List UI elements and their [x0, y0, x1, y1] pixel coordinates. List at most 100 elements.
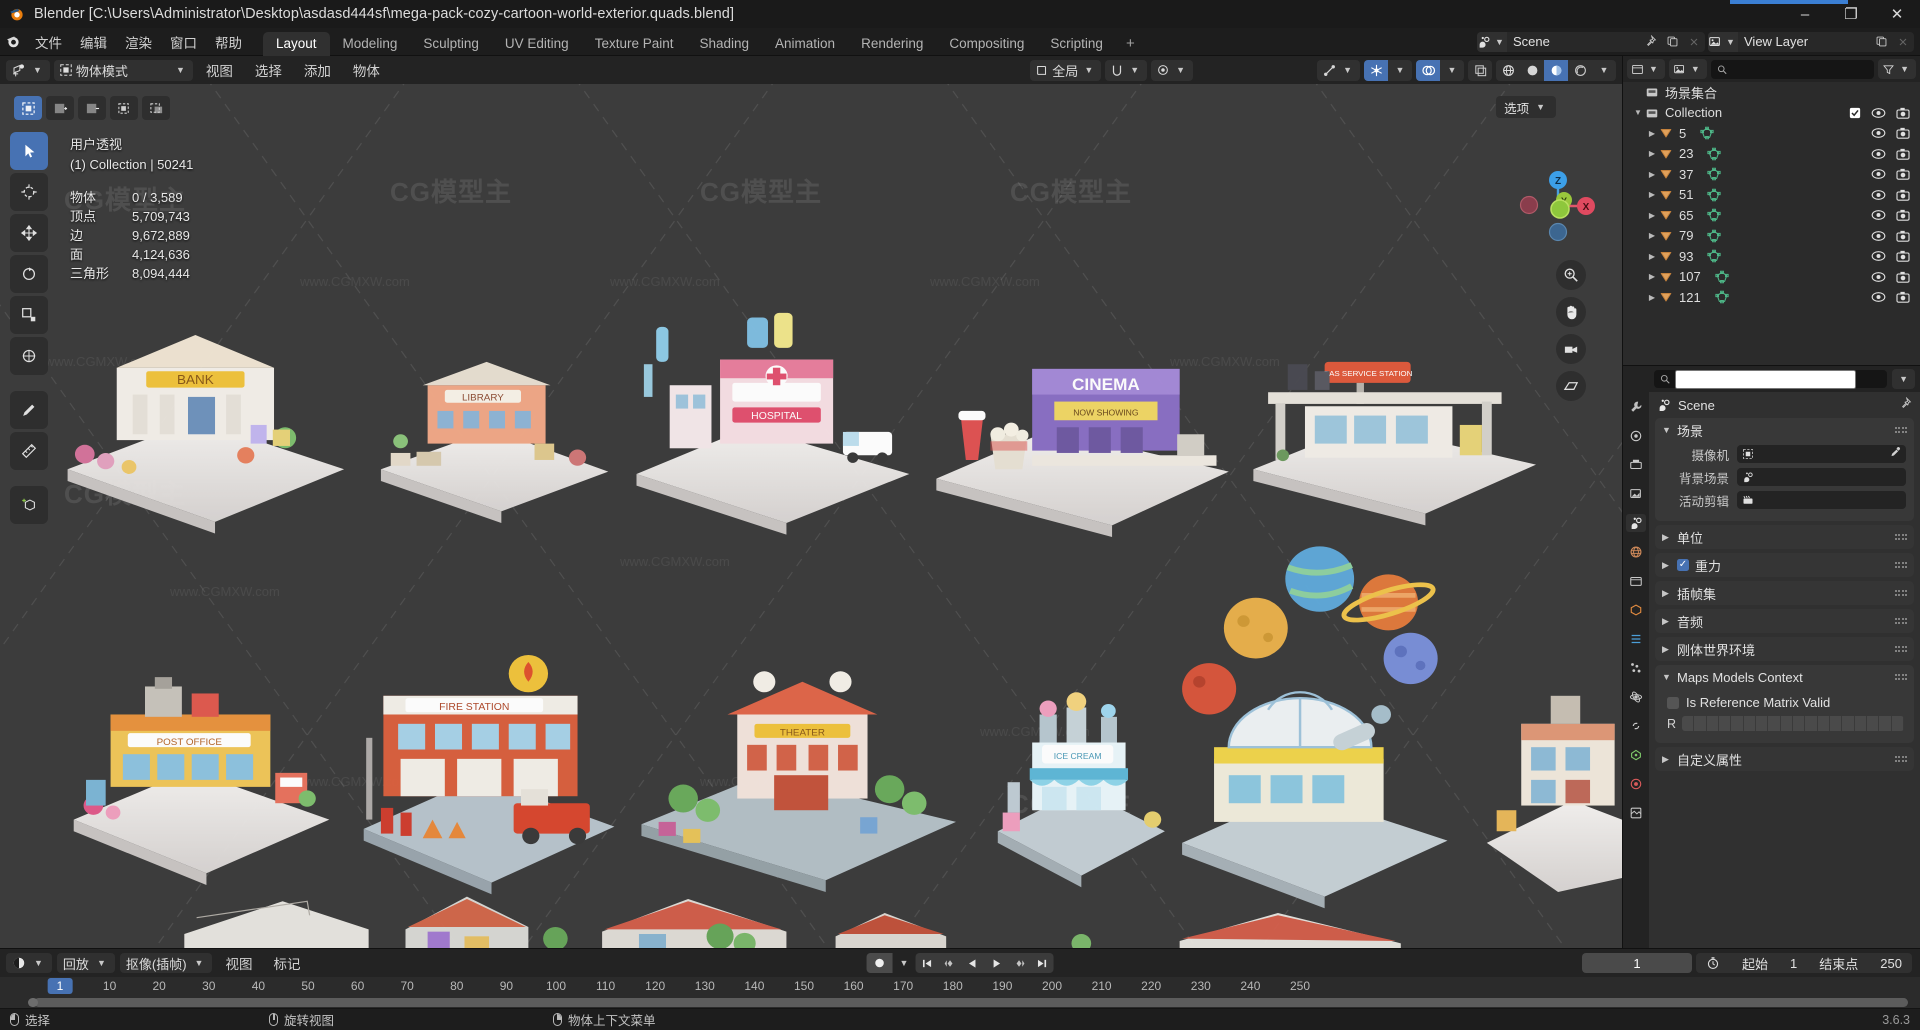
workspace-tab-scripting[interactable]: Scripting	[1037, 32, 1116, 56]
chevron-down-icon[interactable]: ▼	[897, 958, 912, 968]
eye-icon[interactable]	[1871, 127, 1886, 139]
drag-grip-icon[interactable]	[1894, 534, 1907, 540]
eyedropper-icon[interactable]	[1889, 445, 1901, 463]
outliner-row-object[interactable]: ▶ 93	[1623, 246, 1920, 267]
outliner-editor-type-button[interactable]: ▼	[1627, 59, 1665, 79]
end-frame-value[interactable]: 250	[1880, 956, 1902, 971]
eye-icon[interactable]	[1871, 168, 1886, 180]
view-layer-selector[interactable]: ▼ View Layer	[1708, 31, 1914, 52]
outliner-row-object[interactable]: ▶ 5	[1623, 123, 1920, 144]
play-icon[interactable]	[984, 953, 1007, 973]
select-extend-icon[interactable]	[46, 96, 74, 120]
camera-icon[interactable]	[1896, 230, 1910, 242]
workspace-tab-modeling[interactable]: Modeling	[330, 32, 411, 56]
disclosure-triangle-icon[interactable]: ▶	[1645, 252, 1659, 261]
disclosure-triangle-icon[interactable]: ▶	[1645, 231, 1659, 240]
toggle-xray-icon[interactable]	[1468, 60, 1492, 81]
drag-grip-icon[interactable]	[1894, 590, 1907, 596]
jump-to-end-icon[interactable]	[1030, 953, 1053, 973]
minimize-button[interactable]: –	[1782, 0, 1828, 28]
workspace-tab-texture-paint[interactable]: Texture Paint	[582, 32, 687, 56]
background-scene-field[interactable]	[1737, 468, 1906, 486]
tool-rotate[interactable]	[10, 255, 48, 293]
solid-shading-icon[interactable]	[1520, 60, 1544, 81]
workspace-tab-rendering[interactable]: Rendering	[848, 32, 936, 56]
playback-dropdown[interactable]: 回放 ▼	[56, 953, 115, 973]
overlays-toggle-group[interactable]: ▼	[1416, 59, 1464, 81]
menu-render[interactable]: 渲染	[116, 28, 161, 55]
properties-tab-output[interactable]	[1626, 456, 1646, 474]
select-intersect-icon[interactable]	[142, 96, 170, 120]
disclosure-triangle-icon[interactable]: ▶	[1645, 190, 1659, 199]
panel-header-gravity[interactable]: ▶ ✓ 重力	[1655, 553, 1914, 577]
drag-grip-icon[interactable]	[1894, 427, 1907, 433]
viewport-gizmos-toggle[interactable]: ▼	[1317, 59, 1360, 81]
panel-header-custom-properties[interactable]: ▶ 自定义属性	[1655, 747, 1914, 771]
editor-type-button[interactable]: ▼	[6, 59, 50, 81]
workspace-tab-animation[interactable]: Animation	[762, 32, 848, 56]
gizmo-toggle-group[interactable]: ▼	[1364, 59, 1412, 81]
gravity-checkbox[interactable]: ✓	[1677, 559, 1689, 571]
tool-transform[interactable]	[10, 337, 48, 375]
add-workspace-button[interactable]: +	[1116, 32, 1145, 56]
eye-icon[interactable]	[1871, 209, 1886, 221]
pin-id-icon[interactable]	[1899, 396, 1912, 413]
outliner-row-object[interactable]: ▶ 107	[1623, 267, 1920, 288]
properties-tab-scene[interactable]	[1626, 514, 1646, 532]
camera-icon[interactable]	[1896, 168, 1910, 180]
timeline-editor-type-button[interactable]: ▼	[6, 953, 52, 973]
panel-header-keying-sets[interactable]: ▶ 插帧集	[1655, 581, 1914, 605]
properties-options-button[interactable]: ▼	[1892, 369, 1915, 389]
timeline-menu-view[interactable]: 视图	[217, 953, 260, 973]
object-mode-dropdown[interactable]: 物体模式 ▼	[53, 59, 193, 81]
select-box-icon[interactable]	[14, 96, 42, 120]
outliner-row-object[interactable]: ▶ 121	[1623, 287, 1920, 308]
start-frame-value[interactable]: 1	[1790, 956, 1797, 971]
panel-header-rigid-body-world[interactable]: ▶ 刚体世界环境	[1655, 637, 1914, 661]
camera-icon[interactable]	[1896, 209, 1910, 221]
is-reference-matrix-valid-checkbox[interactable]	[1667, 696, 1679, 709]
blender-menu-icon[interactable]	[0, 33, 26, 50]
workspace-tab-uv-editing[interactable]: UV Editing	[492, 32, 582, 56]
close-button[interactable]: ✕	[1874, 0, 1920, 28]
outliner-row-collection[interactable]: ▼ Collection	[1623, 103, 1920, 124]
outliner-display-mode-button[interactable]: ▼	[1668, 59, 1707, 79]
viewport-menu-add[interactable]: 添加	[295, 60, 340, 80]
tool-cursor[interactable]	[10, 173, 48, 211]
menu-file[interactable]: 文件	[26, 28, 71, 55]
tool-add-cube[interactable]	[10, 486, 48, 524]
eye-icon[interactable]	[1871, 107, 1886, 119]
viewport-3d[interactable]: ▼ 物体模式 ▼ 视图 选择 添加 物体 全局 ▼ ▼ ▼ ▼ ▼ ▼ ▼ BA…	[0, 56, 1623, 948]
disclosure-triangle-icon[interactable]: ▼	[1631, 108, 1645, 117]
drag-grip-icon[interactable]	[1894, 562, 1907, 568]
properties-tab-particles[interactable]	[1626, 659, 1646, 677]
camera-field[interactable]	[1737, 445, 1906, 463]
panel-header-scene[interactable]: ▼ 场景	[1655, 418, 1914, 442]
properties-tab-collection[interactable]	[1626, 572, 1646, 590]
workspace-tab-shading[interactable]: Shading	[686, 32, 762, 56]
camera-view-icon[interactable]	[1556, 334, 1586, 364]
viewport-options-button[interactable]: 选项 ▼	[1496, 96, 1556, 118]
disclosure-triangle-icon[interactable]: ▶	[1645, 272, 1659, 281]
camera-icon[interactable]	[1896, 148, 1910, 160]
camera-icon[interactable]	[1896, 189, 1910, 201]
drag-grip-icon[interactable]	[1894, 618, 1907, 624]
chevron-down-icon[interactable]: ▼	[1592, 60, 1616, 81]
play-reverse-icon[interactable]	[961, 953, 984, 973]
panel-header-units[interactable]: ▶ 单位	[1655, 525, 1914, 549]
properties-tab-world[interactable]	[1626, 543, 1646, 561]
tool-scale[interactable]	[10, 296, 48, 334]
timeline-scrollbar[interactable]	[0, 998, 1920, 1007]
menu-help[interactable]: 帮助	[206, 28, 251, 55]
show-overlays-icon[interactable]	[1416, 59, 1440, 81]
properties-tab-tool[interactable]	[1626, 398, 1646, 416]
outliner-row-object[interactable]: ▶ 23	[1623, 144, 1920, 165]
eye-icon[interactable]	[1871, 230, 1886, 242]
delete-view-layer-icon[interactable]	[1892, 32, 1914, 52]
properties-tab-data[interactable]	[1626, 746, 1646, 764]
outliner-row-object[interactable]: ▶ 79	[1623, 226, 1920, 247]
properties-panel-list[interactable]: ▼ 场景 摄像机 背景场景 活动剪辑 ▶ 单位 ▶ ✓ 重力 ▶ 插帧集 ▶ 音…	[1649, 418, 1920, 948]
menu-edit[interactable]: 编辑	[71, 28, 116, 55]
camera-icon[interactable]	[1896, 291, 1910, 303]
viewport-menu-select[interactable]: 选择	[246, 60, 291, 80]
